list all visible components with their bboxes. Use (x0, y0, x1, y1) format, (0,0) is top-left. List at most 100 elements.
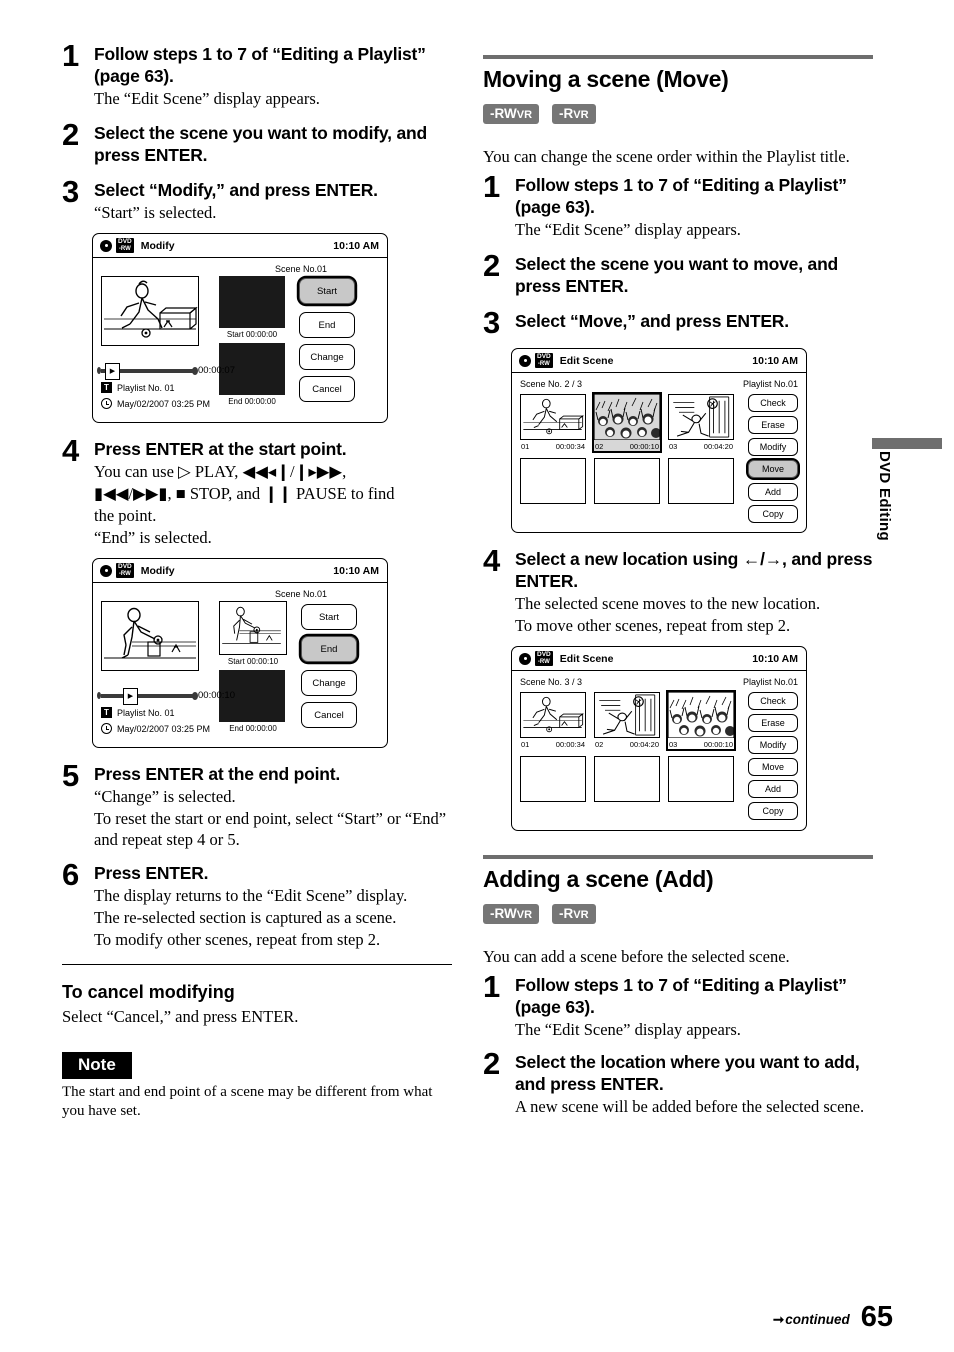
step-number: 3 (483, 305, 500, 340)
copy-button[interactable]: Copy (748, 505, 798, 523)
check-button[interactable]: Check (748, 692, 798, 710)
scene-counter-row: Scene No. 3 / 3 Playlist No.01 (520, 677, 798, 687)
screen-title: Edit Scene (559, 354, 614, 367)
scene-cell[interactable]: 03 00:04:20 (668, 394, 734, 451)
step-number: 1 (483, 969, 500, 1004)
move-step-4: 4 Select a new location using ←/→, and p… (483, 545, 873, 636)
step-4: 4 Press ENTER at the start point. You ca… (62, 435, 452, 548)
scene-index: 01 (521, 740, 530, 749)
empty-scene-slot[interactable] (520, 458, 586, 504)
step-number: 2 (483, 248, 500, 283)
empty-scene-slot[interactable] (594, 756, 660, 802)
progress-knob[interactable]: ▶ (105, 362, 120, 380)
playlist-number: Playlist No.01 (742, 379, 798, 389)
clock-icon (101, 723, 112, 734)
step-number: 2 (483, 1046, 500, 1081)
scene-number-label: Scene No.01 (274, 264, 327, 274)
datetime-label: May/02/2007 03:25 PM (117, 723, 211, 734)
end-button[interactable]: End (299, 312, 355, 338)
scene-number-label: Scene No.01 (274, 589, 327, 599)
screen-title: Modify (140, 564, 175, 577)
screen-body: Scene No. 2 / 3 Playlist No.01 01 00:00:… (512, 373, 806, 532)
scene-cell-selected[interactable]: 03 00:00:10 (668, 692, 734, 749)
step-description-line3: To modify other scenes, repeat from step… (94, 930, 381, 949)
left-column: 1 Follow steps 1 to 7 of “Editing a Play… (62, 40, 452, 1124)
side-tab-bar (872, 438, 942, 449)
cancel-button[interactable]: Cancel (299, 376, 355, 402)
add-button[interactable]: Add (748, 483, 798, 501)
right-column: Moving a scene (Move) -RWVR -RVR You can… (483, 55, 873, 1119)
screen-clock: 10:10 AM (333, 239, 379, 252)
change-button[interactable]: Change (299, 344, 355, 370)
cancel-button[interactable]: Cancel (301, 702, 357, 728)
step-title: Press ENTER. (94, 863, 209, 883)
playlist-row: T Playlist No. 01 (101, 382, 271, 393)
add-step-1: 1 Follow steps 1 to 7 of “Editing a Play… (483, 971, 873, 1040)
progress-knob[interactable]: ▶ (123, 687, 138, 705)
step-description: A new scene will be added before the sel… (515, 1097, 865, 1116)
section-intro-add: You can add a scene before the selected … (483, 947, 790, 966)
erase-button[interactable]: Erase (748, 714, 798, 732)
step-description: “Start” is selected. (94, 203, 217, 222)
step-title: Press ENTER at the end point. (94, 764, 341, 784)
progress-bar[interactable]: ▶ (97, 687, 198, 705)
screen-edit-scene-before: DVD -RW Edit Scene 10:10 AM Scene No. 2 … (511, 348, 807, 533)
scene-cell[interactable]: 01 00:00:34 (520, 692, 586, 749)
dvd-rw-icon: DVD -RW (535, 651, 553, 666)
disc-record-icon (100, 239, 112, 252)
step-title: Select the location where you want to ad… (515, 1052, 860, 1094)
step-2: 2 Select the scene you want to modify, a… (62, 119, 452, 166)
move-button[interactable]: Move (748, 758, 798, 776)
add-button[interactable]: Add (748, 780, 798, 798)
section-title-move: Moving a scene (Move) (483, 66, 729, 92)
step-5: 5 Press ENTER at the end point. “Change”… (62, 760, 452, 850)
disc-type-badges: -RWVR -RVR (483, 904, 873, 924)
step-3: 3 Select “Modify,” and press ENTER. “Sta… (62, 176, 452, 223)
check-button[interactable]: Check (748, 394, 798, 412)
playlist-label: Playlist No. 01 (117, 707, 175, 718)
badge-rw-vr: -RWVR (483, 104, 540, 124)
progress-time: 00:00:10 (198, 690, 235, 701)
scene-cell[interactable]: 02 00:04:20 (594, 692, 660, 749)
change-button[interactable]: Change (301, 670, 357, 696)
modify-button-group: Start End Change Cancel (299, 276, 355, 408)
continued-label: ➞continued (772, 1312, 850, 1327)
clock-icon (101, 398, 112, 409)
step-6: 6 Press ENTER. The display returns to th… (62, 859, 452, 950)
playlist-row: T Playlist No. 01 (101, 707, 271, 718)
progress-bar[interactable]: ▶ (97, 362, 198, 380)
erase-button[interactable]: Erase (748, 416, 798, 434)
modify-button[interactable]: Modify (748, 438, 798, 456)
scene-cell[interactable]: 01 00:00:34 (520, 394, 586, 451)
start-button[interactable]: Start (301, 604, 357, 630)
empty-scene-slot[interactable] (668, 756, 734, 802)
start-button[interactable]: Start (299, 278, 355, 304)
step-number: 3 (62, 174, 79, 209)
scene-counter-row: Scene No. 2 / 3 Playlist No.01 (520, 379, 798, 389)
copy-button[interactable]: Copy (748, 802, 798, 820)
move-step-2: 2 Select the scene you want to move, and… (483, 250, 873, 297)
scene-thumb-crowd (594, 394, 660, 440)
page-footer: ➞continued 65 (483, 1303, 893, 1332)
scene-time: 00:00:10 (703, 740, 733, 749)
end-button[interactable]: End (301, 636, 357, 662)
progress-bar-row: ▶ 00:00:07 (97, 362, 271, 380)
empty-scene-slot[interactable] (594, 458, 660, 504)
dvd-rw-icon: DVD -RW (116, 238, 134, 253)
step-description: The “Edit Scene” display appears. (515, 220, 741, 239)
step-description-line1: The selected scene moves to the new loca… (515, 594, 821, 613)
step-description: The “Edit Scene” display appears. (94, 89, 320, 108)
section-rule (483, 855, 873, 859)
screen-header: DVD -RW Edit Scene 10:10 AM (512, 647, 806, 671)
move-button[interactable]: Move (748, 460, 798, 478)
step-title: Select “Modify,” and press ENTER. (94, 180, 378, 200)
scene-cell-selected[interactable]: 02 00:00:10 (594, 394, 660, 451)
modify-button[interactable]: Modify (748, 736, 798, 754)
empty-scene-slot[interactable] (668, 458, 734, 504)
step-description-line2: The re-selected section is captured as a… (94, 908, 397, 927)
disc-type-badges: -RWVR -RVR (483, 104, 873, 124)
title-icon: T (101, 707, 112, 718)
scene-index: 02 (595, 740, 604, 749)
screen-clock: 10:10 AM (752, 652, 798, 665)
empty-scene-slot[interactable] (520, 756, 586, 802)
